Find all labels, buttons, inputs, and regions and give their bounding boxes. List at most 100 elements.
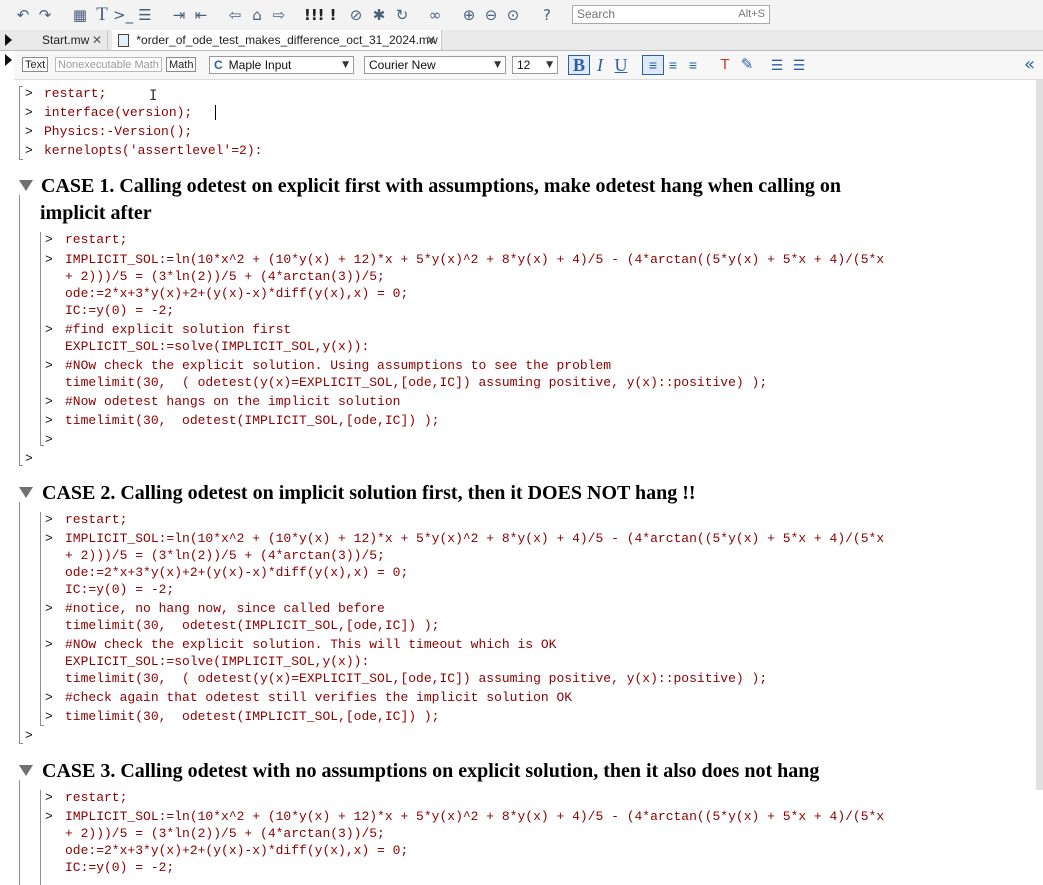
font-select[interactable]: Courier New ▼ bbox=[364, 56, 506, 74]
home-icon[interactable]: ⌂ bbox=[248, 5, 266, 25]
debug-icon[interactable]: ✱ bbox=[370, 5, 388, 25]
text-mode-button[interactable]: Text bbox=[22, 57, 49, 72]
code-line[interactable]: timelimit(30, odetest(IMPLICIT_SOL,[ode,… bbox=[65, 412, 439, 429]
code-line[interactable]: timelimit(30, ( odetest(y(x)=EXPLICIT_SO… bbox=[65, 374, 767, 391]
help-icon[interactable]: ? bbox=[537, 5, 557, 25]
code-line[interactable]: interface(version); bbox=[44, 104, 192, 121]
align-center-icon[interactable]: ≡ bbox=[664, 55, 682, 75]
section-heading[interactable]: CASE 2. Calling odetest on implicit solu… bbox=[42, 480, 696, 506]
code-line[interactable]: timelimit(30, odetest(IMPLICIT_SOL,[ode,… bbox=[65, 617, 439, 634]
text-icon[interactable]: T bbox=[93, 5, 111, 25]
section-collapse-icon[interactable] bbox=[19, 487, 33, 498]
section-heading[interactable]: CASE 1. Calling odetest on explicit firs… bbox=[41, 173, 841, 199]
nonexecutable-math-button[interactable]: Nonexecutable Math bbox=[55, 57, 162, 72]
search-input[interactable] bbox=[573, 6, 721, 22]
prompt: > bbox=[25, 124, 33, 139]
stop-icon[interactable]: ⊘ bbox=[346, 5, 366, 25]
code-line[interactable]: IMPLICIT_SOL:=ln(10*x^2 + (10*y(x) + 12)… bbox=[65, 251, 884, 268]
input-mode-select[interactable]: C Maple Input ▼ bbox=[209, 56, 354, 74]
code-line[interactable]: timelimit(30, ( odetest(y(x)=EXPLICIT_SO… bbox=[65, 670, 767, 687]
search-box: Alt+S bbox=[572, 5, 770, 24]
undo-icon[interactable]: ↶ bbox=[14, 5, 32, 25]
code-line[interactable]: restart; bbox=[65, 511, 127, 528]
prompt: > bbox=[45, 531, 53, 546]
math-mode-button[interactable]: Math bbox=[166, 57, 197, 72]
execute-icon[interactable]: ! bbox=[326, 5, 340, 25]
code-line[interactable]: #Now odetest hangs on the implicit solut… bbox=[65, 393, 400, 410]
code-line[interactable]: restart; bbox=[65, 789, 127, 806]
zoom-out-icon[interactable]: ⊖ bbox=[481, 5, 501, 25]
code-line[interactable]: kernelopts('assertlevel'=2): bbox=[44, 142, 262, 159]
bold-button[interactable]: B bbox=[568, 55, 590, 75]
code-line[interactable]: IC:=y(0) = -2; bbox=[65, 859, 174, 876]
code-line[interactable]: ode:=2*x+3*y(x)+2+(y(x)-x)*diff(y(x),x) … bbox=[65, 842, 408, 859]
text-color-icon[interactable]: T bbox=[716, 55, 734, 75]
close-icon[interactable]: ✕ bbox=[426, 30, 436, 50]
code-line[interactable]: + 2)))/5 = (3*ln(2))/5 + (4*arctan(3))/5… bbox=[65, 825, 385, 842]
chevron-down-icon: ▼ bbox=[494, 60, 501, 70]
main-toolbar: ↶ ↷ ▦ T >_ ☰ ⇥ ⇤ ⇦ ⌂ ⇨ !!! ! ⊘ ✱ ↻ ∞ ⊕ ⊖… bbox=[0, 0, 1043, 31]
code-line[interactable]: EXPLICIT_SOL:=solve(IMPLICIT_SOL,y(x)): bbox=[65, 338, 369, 355]
text-region-icon[interactable]: ▦ bbox=[70, 5, 90, 25]
code-line[interactable]: ode:=2*x+3*y(x)+2+(y(x)-x)*diff(y(x),x) … bbox=[65, 285, 408, 302]
prompt: > bbox=[45, 232, 53, 247]
link-icon[interactable]: ∞ bbox=[425, 5, 445, 25]
code-line[interactable]: Physics:-Version(); bbox=[44, 123, 192, 140]
code-line[interactable]: ode:=2*x+3*y(x)+2+(y(x)-x)*diff(y(x),x) … bbox=[65, 564, 408, 581]
code-line[interactable]: + 2)))/5 = (3*ln(2))/5 + (4*arctan(3))/5… bbox=[65, 268, 385, 285]
code-line[interactable]: IC:=y(0) = -2; bbox=[65, 581, 174, 598]
tab-label: Start.mw bbox=[42, 33, 90, 47]
section-heading[interactable]: implicit after bbox=[40, 200, 152, 226]
tab-label: *order_of_ode_test_makes_difference_oct_… bbox=[136, 33, 438, 47]
code-line[interactable]: EXPLICIT_SOL:=solve(IMPLICIT_SOL,y(x)): bbox=[65, 653, 369, 670]
code-line[interactable]: restart; bbox=[44, 85, 106, 102]
align-right-icon[interactable]: ≡ bbox=[684, 55, 702, 75]
code-line[interactable]: #NOw check the explicit solution. This w… bbox=[65, 636, 556, 653]
execution-group-icon[interactable]: ☰ bbox=[136, 5, 154, 25]
code-line[interactable]: #NOw check the explicit solution. Using … bbox=[65, 357, 611, 374]
section-collapse-icon[interactable] bbox=[19, 765, 33, 776]
redo-icon[interactable]: ↷ bbox=[36, 5, 54, 25]
input-mode-value: Maple Input bbox=[228, 58, 292, 72]
prompt: > bbox=[45, 413, 53, 428]
bullet-list-icon[interactable]: ☰ bbox=[768, 55, 786, 75]
code-line[interactable]: IMPLICIT_SOL:=ln(10*x^2 + (10*y(x) + 12)… bbox=[65, 530, 884, 547]
forward-icon[interactable]: ⇨ bbox=[270, 5, 288, 25]
zoom-reset-icon[interactable]: ⊙ bbox=[503, 5, 523, 25]
code-line[interactable]: #find explicit solution first bbox=[65, 321, 291, 338]
code-line[interactable]: timelimit(30, odetest(IMPLICIT_SOL,[ode,… bbox=[65, 708, 439, 725]
code-line[interactable]: IC:=y(0) = -2; bbox=[65, 302, 174, 319]
expand-palettes-icon[interactable] bbox=[5, 34, 12, 46]
outdent-icon[interactable]: ⇤ bbox=[192, 5, 210, 25]
zoom-in-icon[interactable]: ⊕ bbox=[459, 5, 479, 25]
text-cursor-icon: I bbox=[149, 88, 158, 104]
code-line[interactable]: #check again that odetest still verifies… bbox=[65, 689, 572, 706]
back-icon[interactable]: ⇦ bbox=[226, 5, 244, 25]
code-line[interactable]: #notice, no hang now, since called befor… bbox=[65, 600, 385, 617]
tab-start[interactable]: Start.mw ✕ bbox=[22, 30, 108, 50]
code-line[interactable]: + 2)))/5 = (3*ln(2))/5 + (4*arctan(3))/5… bbox=[65, 547, 385, 564]
math-prompt-icon[interactable]: >_ bbox=[113, 5, 133, 25]
search-shortcut-hint: Alt+S bbox=[738, 8, 765, 20]
code-line[interactable]: IMPLICIT_SOL:=ln(10*x^2 + (10*y(x) + 12)… bbox=[65, 808, 884, 825]
prompt: > bbox=[45, 709, 53, 724]
highlight-icon[interactable]: ✎ bbox=[738, 55, 756, 75]
code-line[interactable]: restart; bbox=[65, 231, 127, 248]
underline-button[interactable]: U bbox=[612, 55, 630, 75]
numbered-list-icon[interactable]: ☰ bbox=[790, 55, 808, 75]
expand-context-icon[interactable] bbox=[5, 54, 12, 66]
align-left-icon[interactable]: ≡ bbox=[642, 55, 664, 75]
caret bbox=[215, 105, 216, 120]
vertical-scrollbar[interactable] bbox=[1036, 80, 1043, 790]
indent-icon[interactable]: ⇥ bbox=[170, 5, 188, 25]
execute-all-icon[interactable]: !!! bbox=[304, 5, 325, 25]
italic-button[interactable]: I bbox=[592, 55, 608, 75]
close-icon[interactable]: ✕ bbox=[92, 30, 102, 50]
section-collapse-icon[interactable] bbox=[19, 180, 33, 191]
size-select[interactable]: 12 ▼ bbox=[512, 56, 558, 74]
restart-icon[interactable]: ↻ bbox=[392, 5, 412, 25]
collapse-toolbar-icon[interactable]: « bbox=[1024, 54, 1035, 75]
tab-worksheet[interactable]: *order_of_ode_test_makes_difference_oct_… bbox=[112, 30, 442, 50]
prompt: > bbox=[25, 728, 33, 743]
section-heading[interactable]: CASE 3. Calling odetest with no assumpti… bbox=[42, 758, 819, 784]
